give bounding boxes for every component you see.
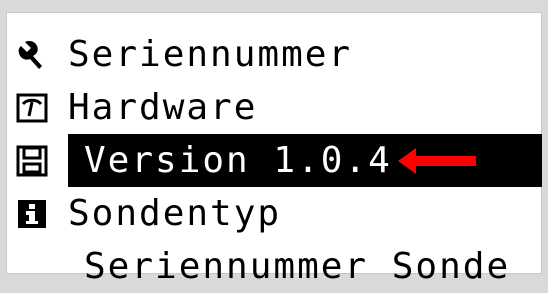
menu-item-version[interactable]: Version 1.0.4 bbox=[6, 134, 542, 187]
wrench-icon bbox=[6, 37, 58, 73]
pointer-arrow-icon bbox=[398, 148, 476, 174]
menu-list: Seriennummer Hardware Version 1.0.4 Sond… bbox=[6, 28, 542, 293]
menu-item-label: Seriennummer bbox=[68, 33, 353, 75]
menu-item-seriennummer-sonde[interactable]: Seriennummer Sonde bbox=[6, 240, 542, 293]
menu-item-label: Sondentyp bbox=[68, 192, 282, 234]
save-icon bbox=[6, 143, 58, 179]
gauge-icon bbox=[6, 90, 58, 126]
info-icon bbox=[6, 196, 58, 232]
menu-item-label: Seriennummer Sonde bbox=[84, 245, 511, 287]
menu-item-label: Version 1.0.4 bbox=[84, 139, 392, 181]
menu-item-hardware[interactable]: Hardware bbox=[6, 81, 542, 134]
menu-item-sondentyp[interactable]: Sondentyp bbox=[6, 187, 542, 240]
menu-item-seriennummer[interactable]: Seriennummer bbox=[6, 28, 542, 81]
menu-item-label: Hardware bbox=[68, 86, 258, 128]
device-display: Seriennummer Hardware Version 1.0.4 Sond… bbox=[6, 12, 542, 284]
